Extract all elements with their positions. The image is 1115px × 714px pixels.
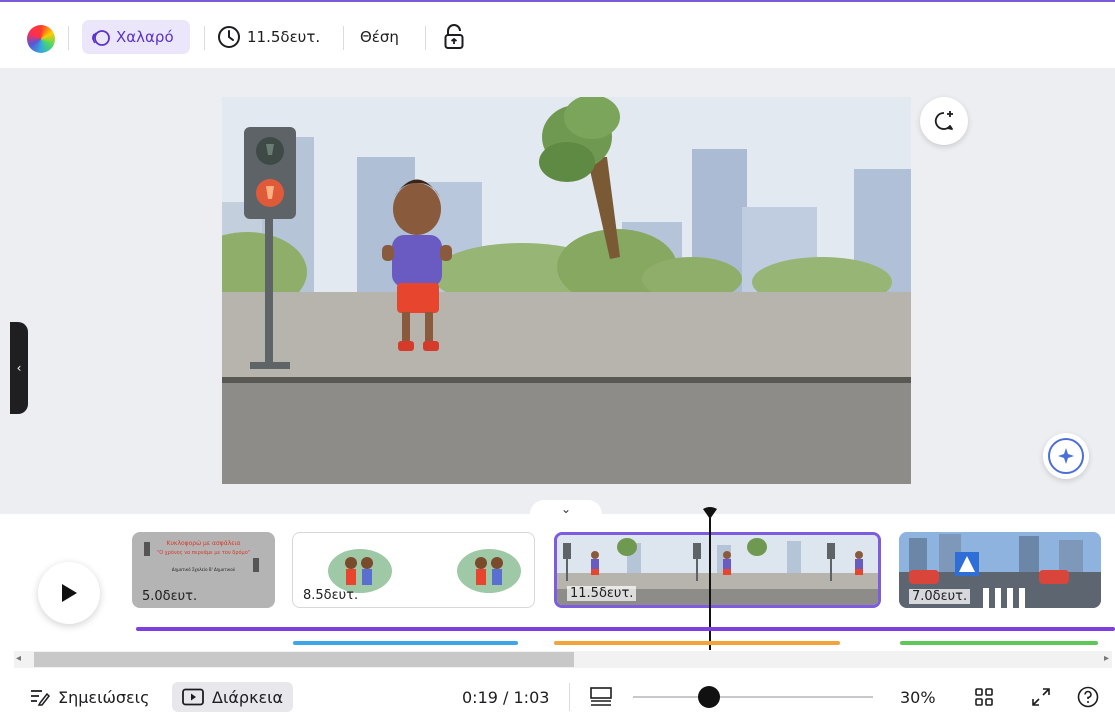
help-icon [1077,686,1099,708]
color-wheel-icon[interactable] [27,25,55,53]
magic-sparkle-icon [1058,448,1074,464]
slide-canvas[interactable] [222,97,911,484]
play-box-icon [182,688,204,706]
side-panel-toggle[interactable]: ‹ [10,322,28,414]
duration-button[interactable]: 11.5δευτ. [217,20,335,54]
slide-subtitle: Δημοτικό Σχολείο Β' Δημοτικού [171,567,236,572]
layout-toggle-button[interactable] [590,682,612,712]
notes-button[interactable]: Σημειώσεις [30,682,149,712]
bottom-toolbar [0,672,1115,714]
clip-duration: 8.5δευτ. [303,588,359,603]
audio-track-bar[interactable] [136,627,1115,631]
chevron-left-icon: ‹ [16,361,22,375]
zoom-slider-thumb[interactable] [698,686,720,708]
clip-duration: 7.0δευτ. [909,589,971,604]
clock-icon [218,26,240,48]
grid-view-icon [975,688,993,706]
toolbar-divider [343,26,344,50]
duration-toggle-label: Διάρκεια [212,687,284,707]
slide-title-line1: Κυκλοφορώ με ασφάλεια [166,540,241,547]
top-toolbar: Χαλαρό 11.5δευτ. Θέση [0,0,1115,68]
play-icon [62,584,77,602]
scene-illustration [222,97,911,484]
toolbar-divider [68,26,69,50]
timeline-layout-icon [590,687,612,706]
scroll-left-arrow[interactable]: ◂ [16,653,21,664]
clip-duration: 11.5δευτ. [567,586,637,601]
time-display: 0:19 / 1:03 [462,687,550,707]
chevron-down-icon: ⌄ [560,502,572,516]
fullscreen-button[interactable] [1031,682,1051,712]
audio-track-bar[interactable] [900,641,1098,645]
scroll-right-arrow[interactable]: ▸ [1104,653,1109,664]
time-readout: 0:19 / 1:03 [462,682,549,712]
timeline-clip[interactable]: 8.5δευτ. [292,532,535,608]
zoom-slider[interactable] [633,685,873,709]
toolbar-divider [569,683,570,711]
collapse-timeline-button[interactable]: ⌄ [530,500,602,518]
clip-duration: 5.0δευτ. [142,589,198,604]
play-button[interactable] [38,562,100,624]
animation-button[interactable]: Χαλαρό [82,20,190,54]
timeline-clip[interactable]: Κυκλοφορώ με ασφάλεια "Ο χρόνος να περνά… [132,532,275,608]
toolbar-divider [425,26,426,50]
audio-track-bar[interactable] [554,641,840,645]
expand-icon [1032,688,1050,706]
timeline-clip[interactable]: 7.0δευτ. [899,532,1101,608]
magic-button[interactable] [1043,433,1089,479]
position-button[interactable]: Θέση [360,20,410,54]
notes-label: Σημειώσεις [58,687,150,707]
add-comment-button[interactable] [920,97,968,145]
zoom-readout: 30% [900,682,936,712]
slide-title-line2: "Ο χρόνος να περνάμε με τον δρόμο" [156,550,251,556]
animation-label: Χαλαρό [116,28,174,46]
lock-button[interactable] [443,20,467,54]
toolbar-divider [204,26,205,50]
lock-icon [444,24,464,49]
comment-add-icon [934,111,953,130]
position-label: Θέση [360,28,399,46]
help-button[interactable] [1077,682,1099,712]
audio-track-bar[interactable] [293,641,518,645]
notes-icon [31,690,50,706]
scrollbar-thumb[interactable] [34,652,574,667]
grid-view-button[interactable] [975,682,993,712]
duration-label: 11.5δευτ. [247,28,321,46]
animate-icon [92,30,110,46]
duration-toggle-button[interactable]: Διάρκεια [172,682,294,712]
zoom-value: 30% [900,687,936,707]
